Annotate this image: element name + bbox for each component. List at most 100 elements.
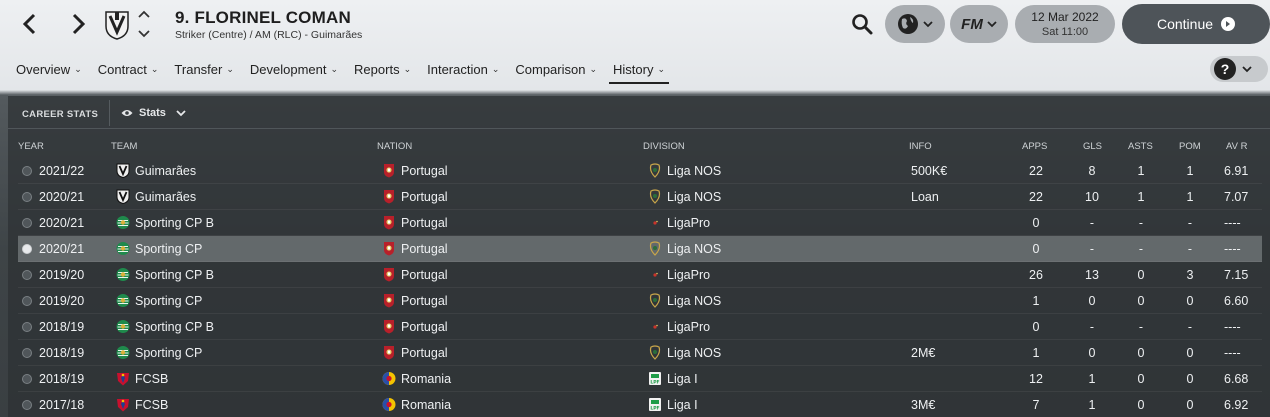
cell-nation[interactable]: Portugal bbox=[401, 242, 448, 256]
cell-division[interactable]: Liga NOS bbox=[667, 190, 721, 204]
cell-team[interactable]: Sporting CP bbox=[135, 242, 202, 256]
column-header-division[interactable]: DIVISION bbox=[643, 141, 685, 152]
cell-year: 2018/19 bbox=[39, 346, 85, 360]
cell-nation[interactable]: Romania bbox=[401, 398, 451, 412]
cell-team[interactable]: Sporting CP bbox=[135, 294, 202, 308]
view-dropdown[interactable]: Stats bbox=[121, 107, 186, 119]
continue-button[interactable]: Continue bbox=[1122, 4, 1270, 44]
cell-year: 2018/19 bbox=[39, 320, 85, 334]
world-menu-button[interactable] bbox=[885, 5, 945, 43]
table-row[interactable]: 2018/19 Sporting CP Portugal Liga NOS 2M€ 1 0 0… bbox=[18, 340, 1262, 366]
column-header-apps[interactable]: APPS bbox=[1022, 141, 1047, 152]
cell-team[interactable]: Sporting CP B bbox=[135, 320, 214, 334]
help-button[interactable]: ? bbox=[1210, 56, 1268, 82]
cell-year: 2019/20 bbox=[39, 294, 85, 308]
column-header-year[interactable]: YEAR bbox=[18, 141, 44, 152]
cell-division[interactable]: Liga NOS bbox=[667, 164, 721, 178]
cell-nation[interactable]: Portugal bbox=[401, 190, 448, 204]
row-select-radio[interactable] bbox=[22, 244, 32, 254]
portugal-flag-icon bbox=[382, 345, 396, 360]
cell-nation[interactable]: Portugal bbox=[401, 268, 448, 282]
cell-average-rating: ---- bbox=[1224, 320, 1241, 334]
table-row[interactable]: 2020/21 Sporting CP Portugal Liga NOS 0- - - --… bbox=[18, 236, 1262, 262]
tab-history[interactable]: History ⌄ bbox=[605, 58, 673, 84]
cell-nation[interactable]: Portugal bbox=[401, 294, 448, 308]
chevron-down-icon bbox=[1242, 66, 1252, 73]
column-header-assists[interactable]: ASTS bbox=[1128, 141, 1153, 152]
row-select-radio[interactable] bbox=[22, 348, 32, 358]
cell-apps: 26 bbox=[1029, 268, 1043, 282]
cell-team[interactable]: Sporting CP B bbox=[135, 216, 214, 230]
cell-nation[interactable]: Portugal bbox=[401, 216, 448, 230]
cell-division[interactable]: Liga NOS bbox=[667, 242, 721, 256]
cell-team[interactable]: Guimarães bbox=[135, 190, 196, 204]
chevron-up-icon[interactable] bbox=[138, 10, 150, 18]
row-select-radio[interactable] bbox=[22, 374, 32, 384]
sporting-crest-icon bbox=[116, 215, 130, 230]
table-row[interactable]: 2018/19 Sporting CP B Portugal LigaPro 0- - - -… bbox=[18, 314, 1262, 340]
cell-goals: 0 bbox=[1088, 294, 1096, 308]
cell-division[interactable]: LigaPro bbox=[667, 268, 710, 282]
table-row[interactable]: 2020/21 Sporting CP B Portugal LigaPro 0- - - -… bbox=[18, 210, 1262, 236]
tab-contract[interactable]: Contract ⌄ bbox=[90, 58, 167, 84]
chevron-down-icon[interactable] bbox=[138, 30, 150, 38]
search-icon[interactable] bbox=[850, 12, 874, 36]
player-cycle-control[interactable] bbox=[137, 10, 151, 38]
column-header-team[interactable]: TEAM bbox=[111, 141, 137, 152]
tab-reports[interactable]: Reports ⌄ bbox=[346, 58, 419, 84]
tab-overview[interactable]: Overview ⌄ bbox=[8, 58, 90, 84]
row-select-radio[interactable] bbox=[22, 218, 32, 228]
tab-transfer[interactable]: Transfer ⌄ bbox=[166, 58, 241, 84]
current-date: 12 Mar 2022 bbox=[1031, 10, 1099, 24]
cell-division[interactable]: LigaPro bbox=[667, 216, 710, 230]
tab-development[interactable]: Development ⌄ bbox=[242, 58, 346, 84]
row-select-radio[interactable] bbox=[22, 400, 32, 410]
column-header-pom[interactable]: POM bbox=[1179, 141, 1201, 152]
cell-division[interactable]: Liga NOS bbox=[667, 294, 721, 308]
chevron-down-icon: ⌄ bbox=[657, 64, 666, 74]
cell-team[interactable]: Sporting CP bbox=[135, 346, 202, 360]
row-select-radio[interactable] bbox=[22, 322, 32, 332]
game-date-button[interactable]: 12 Mar 2022 Sat 11:00 bbox=[1015, 5, 1115, 43]
cell-division[interactable]: Liga I bbox=[667, 372, 698, 386]
column-header-average-rating[interactable]: AV R bbox=[1226, 141, 1247, 152]
cell-team[interactable]: Guimarães bbox=[135, 164, 196, 178]
forward-button[interactable] bbox=[64, 8, 92, 40]
row-select-radio[interactable] bbox=[22, 296, 32, 306]
column-header-nation[interactable]: NATION bbox=[377, 141, 412, 152]
cell-team[interactable]: FCSB bbox=[135, 398, 168, 412]
chevron-down-icon: ⌄ bbox=[589, 64, 598, 74]
table-row[interactable]: 2019/20 Sporting CP B Portugal LigaPro 26 13 0… bbox=[18, 262, 1262, 288]
cell-nation[interactable]: Romania bbox=[401, 372, 451, 386]
table-row[interactable]: 2020/21 Guimarães Portugal Liga NOS Loan 22 10… bbox=[18, 184, 1262, 210]
column-header-info[interactable]: INFO bbox=[909, 141, 932, 152]
cell-nation[interactable]: Portugal bbox=[401, 346, 448, 360]
row-select-radio[interactable] bbox=[22, 166, 32, 176]
tab-interaction[interactable]: Interaction ⌄ bbox=[419, 58, 507, 84]
tab-label: Development bbox=[249, 62, 327, 77]
fm-menu-button[interactable]: FM bbox=[950, 5, 1008, 43]
cell-year: 2019/20 bbox=[39, 268, 85, 282]
cell-division[interactable]: Liga NOS bbox=[667, 346, 721, 360]
table-row[interactable]: 2017/18 FCSB Romania LPF Liga I 3M€ 7 1 0 0 6.92 bbox=[18, 392, 1262, 417]
column-header-goals[interactable]: GLS bbox=[1083, 141, 1102, 152]
cell-apps: 12 bbox=[1029, 372, 1043, 386]
table-row[interactable]: 2018/19 FCSB Romania LPF Liga I 12 1 0 0 6.68 bbox=[18, 366, 1262, 392]
table-row[interactable]: 2021/22 Guimarães Portugal Liga NOS 500K€ 22 8… bbox=[18, 158, 1262, 184]
cell-division[interactable]: Liga I bbox=[667, 398, 698, 412]
cell-nation[interactable]: Portugal bbox=[401, 164, 448, 178]
row-select-radio[interactable] bbox=[22, 192, 32, 202]
back-button[interactable] bbox=[16, 8, 44, 40]
cell-division[interactable]: LigaPro bbox=[667, 320, 710, 334]
table-row[interactable]: 2019/20 Sporting CP Portugal Liga NOS 1 0 0 0 6.… bbox=[18, 288, 1262, 314]
cell-goals: 8 bbox=[1088, 164, 1096, 178]
liga-nos-logo-icon bbox=[648, 189, 662, 204]
cell-nation[interactable]: Portugal bbox=[401, 320, 448, 334]
tab-comparison[interactable]: Comparison ⌄ bbox=[507, 58, 605, 84]
row-select-radio[interactable] bbox=[22, 270, 32, 280]
cell-goals: 1 bbox=[1088, 372, 1096, 386]
chevron-down-icon: ⌄ bbox=[330, 64, 339, 74]
cell-team[interactable]: Sporting CP B bbox=[135, 268, 214, 282]
cell-team[interactable]: FCSB bbox=[135, 372, 168, 386]
cell-year: 2017/18 bbox=[39, 398, 85, 412]
